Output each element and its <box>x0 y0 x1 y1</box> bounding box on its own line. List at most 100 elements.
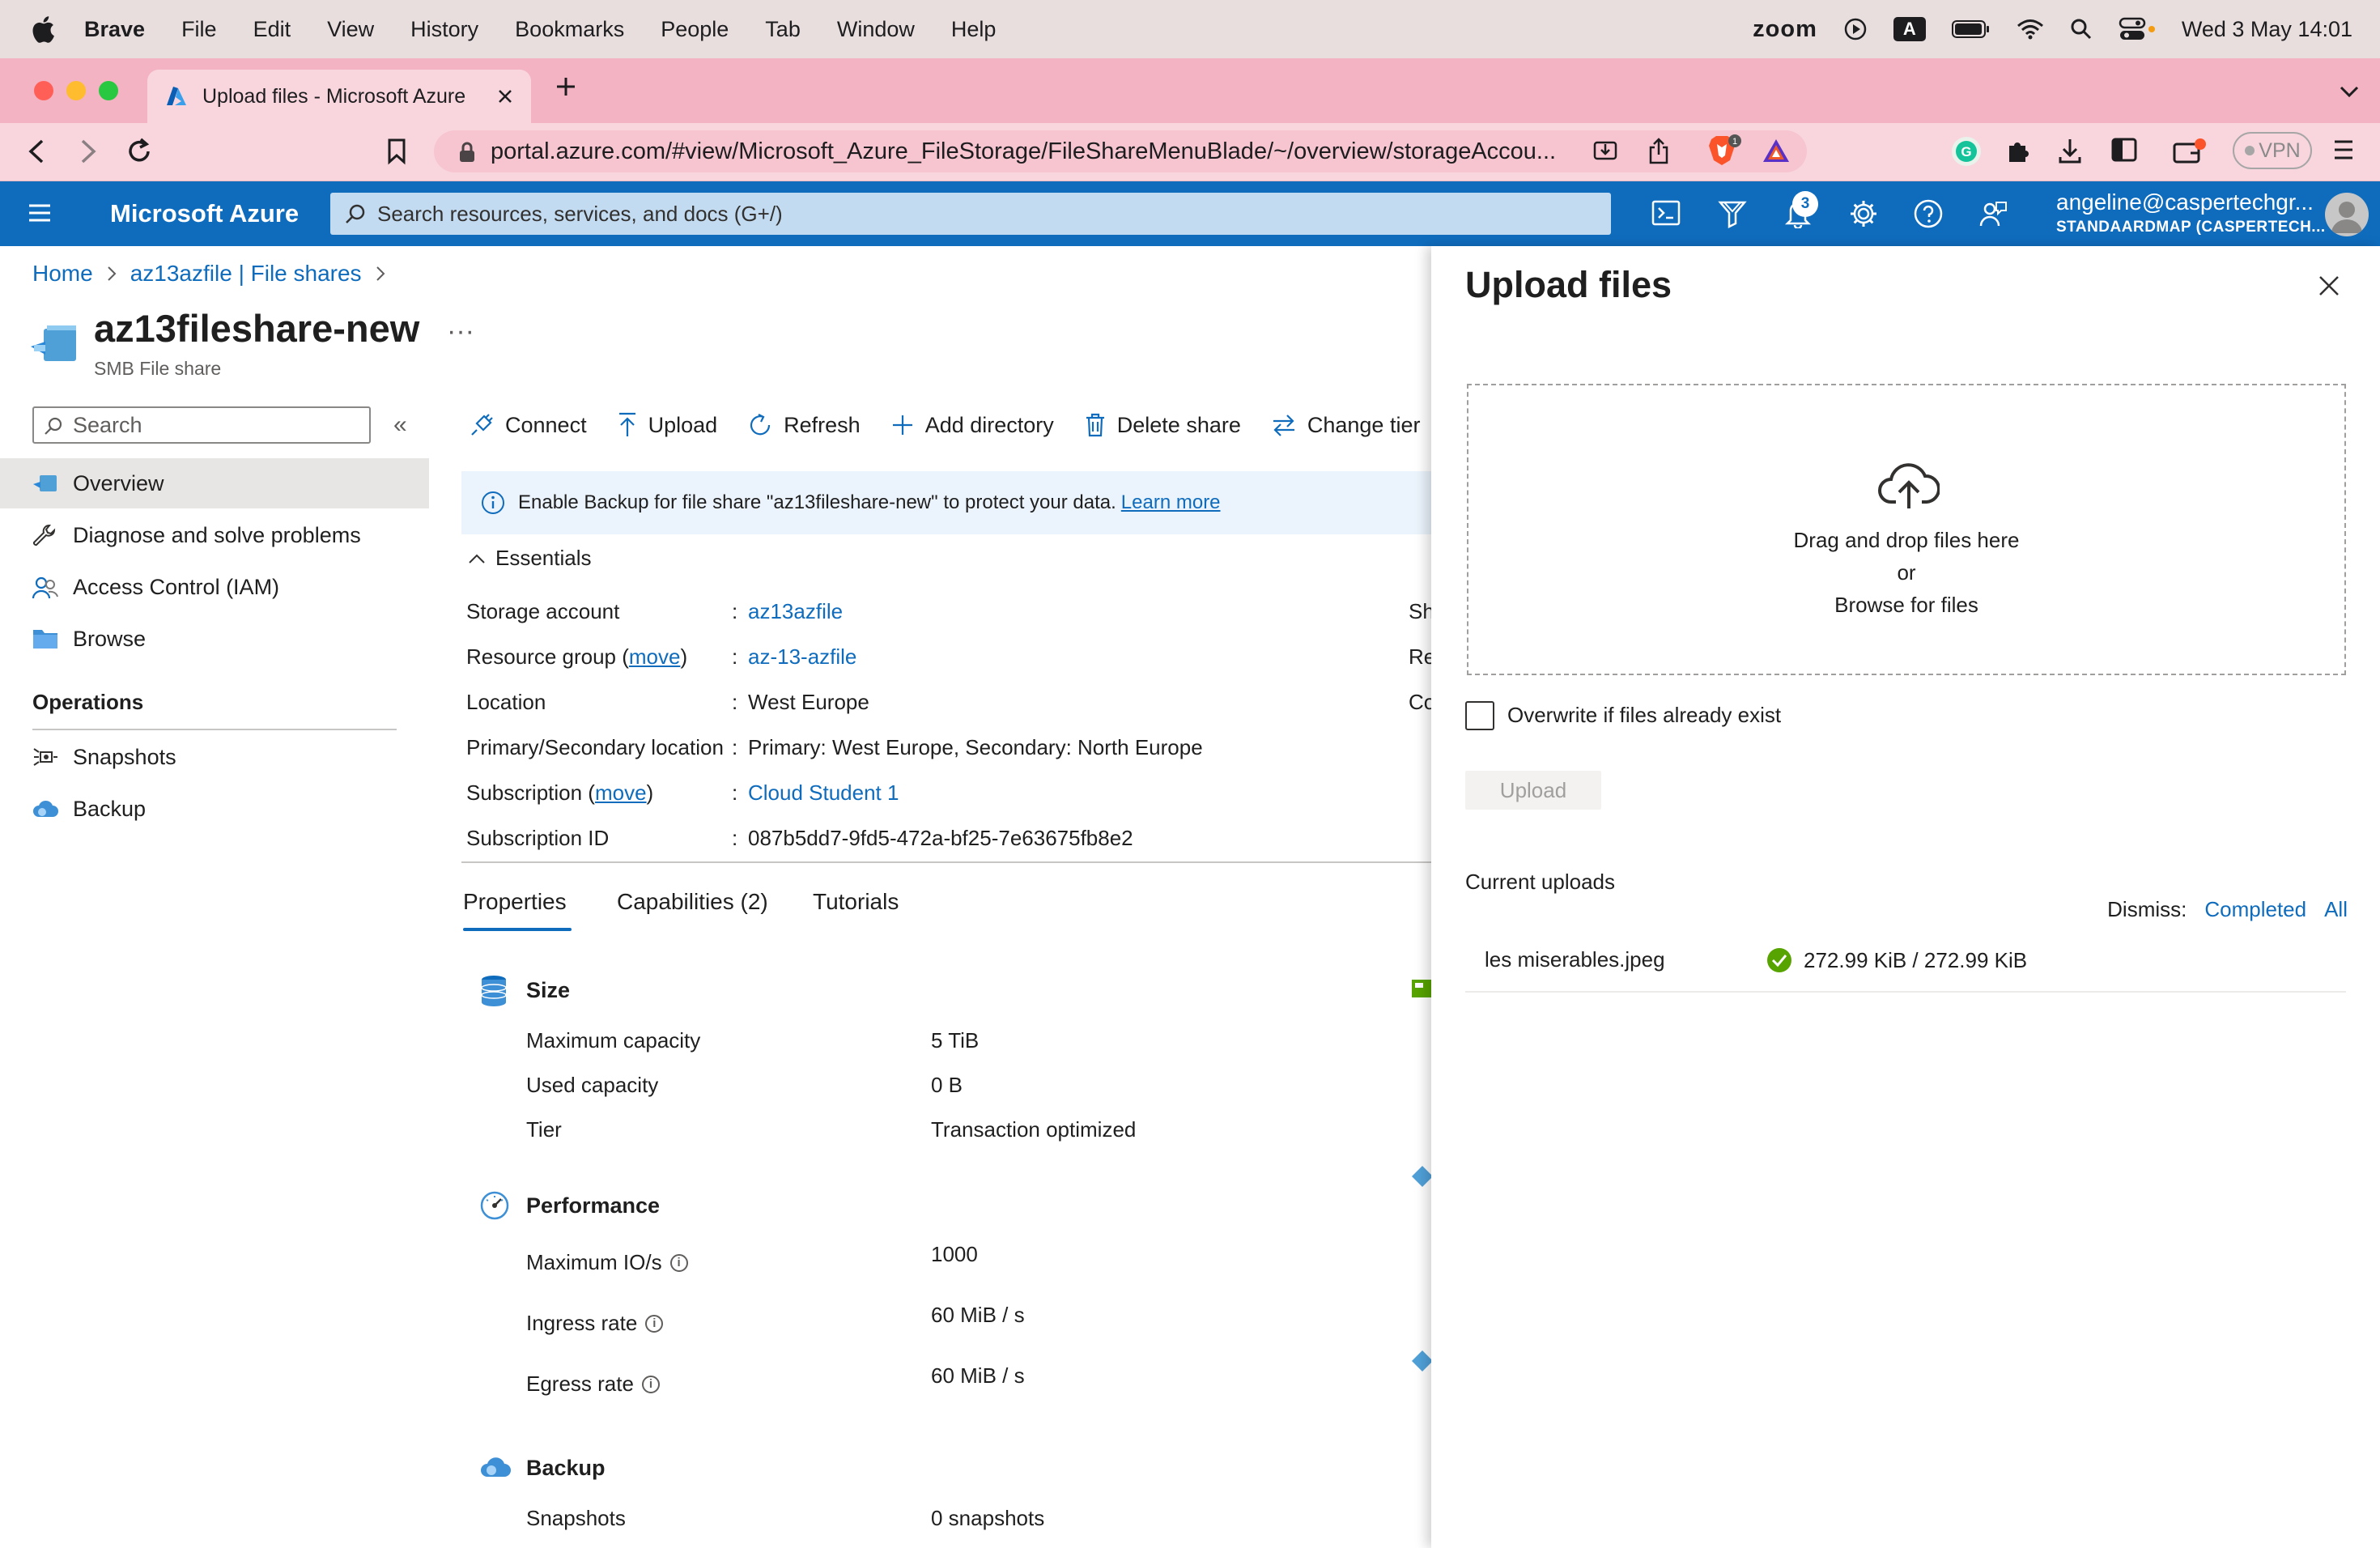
dismiss-completed-link[interactable]: Completed <box>2204 897 2306 922</box>
close-tab-icon[interactable] <box>497 88 513 104</box>
tier-link[interactable]: Transaction optimized <box>931 1117 1136 1142</box>
new-tab-button[interactable] <box>555 76 576 97</box>
learn-more-link[interactable]: Learn more <box>1121 491 1221 514</box>
sidebar-item-browse[interactable]: Browse <box>0 614 429 664</box>
url-text: portal.azure.com/#view/Microsoft_Azure_F… <box>491 138 1557 164</box>
backup-heading-link[interactable]: Backup <box>526 1456 606 1481</box>
ingress-value: 60 MiB / s <box>931 1303 1025 1327</box>
sidebar-item-backup[interactable]: Backup <box>0 784 429 834</box>
max-capacity-label: Maximum capacity <box>526 1028 701 1053</box>
close-icon[interactable] <box>2318 275 2340 296</box>
feedback-icon[interactable] <box>1978 199 2008 228</box>
file-drop-zone[interactable]: Drag and drop files here or Browse for f… <box>1467 384 2346 675</box>
delete-share-button[interactable]: Delete share <box>1085 413 1241 438</box>
cloud-shell-icon[interactable] <box>1651 199 1681 227</box>
menu-bookmarks[interactable]: Bookmarks <box>515 17 624 42</box>
sidebar-item-diagnose[interactable]: Diagnose and solve problems <box>0 510 429 560</box>
dismiss-all-link[interactable]: All <box>2324 897 2348 922</box>
close-window-button[interactable] <box>34 81 53 100</box>
breadcrumb-home[interactable]: Home <box>32 261 93 287</box>
change-tier-button[interactable]: Change tier <box>1272 413 1420 438</box>
breadcrumb-parent[interactable]: az13azfile | File shares <box>130 261 362 287</box>
browser-tab-active[interactable]: Upload files - Microsoft Azure <box>147 70 531 123</box>
info-icon[interactable]: i <box>641 1375 660 1393</box>
more-options-button[interactable]: ··· <box>447 316 474 347</box>
portal-menu-icon[interactable] <box>28 202 52 223</box>
brave-shields-count: 1 <box>1732 137 1737 147</box>
forward-arrow-icon[interactable] <box>78 138 99 165</box>
wifi-icon[interactable] <box>2017 19 2044 40</box>
vpn-button[interactable]: VPN <box>2233 132 2312 169</box>
essentials-label: Essentials <box>495 546 592 570</box>
browse-files-link[interactable]: Browse for files <box>1468 593 2344 618</box>
help-question-icon[interactable] <box>1914 199 1943 228</box>
overwrite-label[interactable]: Overwrite if files already exist <box>1507 703 1781 728</box>
settings-gear-icon[interactable] <box>1849 199 1878 228</box>
upload-button[interactable]: Upload <box>1465 771 1601 810</box>
menu-app-name[interactable]: Brave <box>84 17 145 42</box>
subscription-link[interactable]: Cloud Student 1 <box>748 780 899 806</box>
tab-search-chevron-icon[interactable] <box>2340 86 2359 97</box>
menu-file[interactable]: File <box>181 17 217 42</box>
add-directory-button[interactable]: Add directory <box>891 413 1054 438</box>
lock-icon[interactable] <box>458 141 476 164</box>
share-icon[interactable] <box>1648 138 1669 165</box>
overwrite-checkbox[interactable] <box>1465 701 1494 730</box>
connect-button[interactable]: Connect <box>470 413 587 438</box>
move-resource-group-link[interactable]: move <box>629 644 681 669</box>
bookmark-icon[interactable] <box>387 138 406 165</box>
account-menu[interactable]: angeline@caspertechgr... STANDAARDMAP (C… <box>2056 189 2326 236</box>
tab-tutorials[interactable]: Tutorials <box>813 889 899 915</box>
menu-help[interactable]: Help <box>951 17 997 42</box>
back-arrow-icon[interactable] <box>26 138 47 165</box>
minimize-window-button[interactable] <box>66 81 86 100</box>
brave-shields-icon[interactable]: 1 <box>1708 134 1744 167</box>
nav-search-input[interactable]: Search <box>32 406 371 444</box>
essentials-toggle[interactable]: Essentials <box>468 546 592 571</box>
sidebar-toggle-icon[interactable] <box>2111 138 2137 162</box>
snapshots-icon <box>32 746 58 770</box>
menu-view[interactable]: View <box>327 17 374 42</box>
grammarly-icon[interactable]: G <box>1951 136 1982 167</box>
tab-properties[interactable]: Properties <box>463 889 567 915</box>
downloads-icon[interactable] <box>2058 138 2082 164</box>
avatar[interactable] <box>2325 193 2369 236</box>
menu-people[interactable]: People <box>661 17 729 42</box>
control-center-icon[interactable] <box>2119 17 2156 41</box>
snapshots-link[interactable]: 0 snapshots <box>931 1506 1044 1531</box>
wallet-icon[interactable] <box>2173 138 2207 165</box>
play-icon[interactable] <box>1843 17 1868 41</box>
sidebar-item-snapshots[interactable]: Snapshots <box>0 732 429 782</box>
reload-icon[interactable] <box>126 138 152 165</box>
battery-icon[interactable] <box>1951 19 1991 39</box>
directory-filter-icon[interactable] <box>1718 199 1747 228</box>
menu-tab[interactable]: Tab <box>765 17 801 42</box>
upload-command-button[interactable]: Upload <box>618 412 717 438</box>
install-app-icon[interactable] <box>1593 138 1617 164</box>
maximize-window-button[interactable] <box>99 81 118 100</box>
collapse-nav-button[interactable]: « <box>393 411 407 439</box>
browser-menu-icon[interactable] <box>2333 138 2354 162</box>
brave-rewards-icon[interactable] <box>1762 138 1791 164</box>
info-icon[interactable]: i <box>669 1253 688 1272</box>
input-source-badge[interactable]: A <box>1893 17 1926 41</box>
spotlight-search-icon[interactable] <box>2070 18 2093 40</box>
resource-group-link[interactable]: az-13-azfile <box>748 644 856 670</box>
move-subscription-link[interactable]: move <box>595 780 647 805</box>
max-capacity-link[interactable]: 5 TiB <box>931 1028 979 1053</box>
menu-edit[interactable]: Edit <box>253 17 291 42</box>
extensions-puzzle-icon[interactable] <box>2006 138 2032 164</box>
menu-window[interactable]: Window <box>837 17 915 42</box>
azure-brand[interactable]: Microsoft Azure <box>110 199 299 228</box>
menu-history[interactable]: History <box>410 17 478 42</box>
storage-account-link[interactable]: az13azfile <box>748 599 843 624</box>
info-icon[interactable]: i <box>645 1314 664 1333</box>
apple-icon[interactable] <box>31 15 60 43</box>
clock-datetime[interactable]: Wed 3 May 14:01 <box>2182 17 2352 42</box>
azure-search-input[interactable]: Search resources, services, and docs (G+… <box>330 193 1611 235</box>
sidebar-item-iam[interactable]: Access Control (IAM) <box>0 562 429 612</box>
refresh-button[interactable]: Refresh <box>748 413 861 438</box>
tab-capabilities[interactable]: Capabilities (2) <box>617 889 768 915</box>
sidebar-item-overview[interactable]: Overview <box>0 458 429 508</box>
zoom-status-item[interactable]: zoom <box>1753 16 1817 43</box>
